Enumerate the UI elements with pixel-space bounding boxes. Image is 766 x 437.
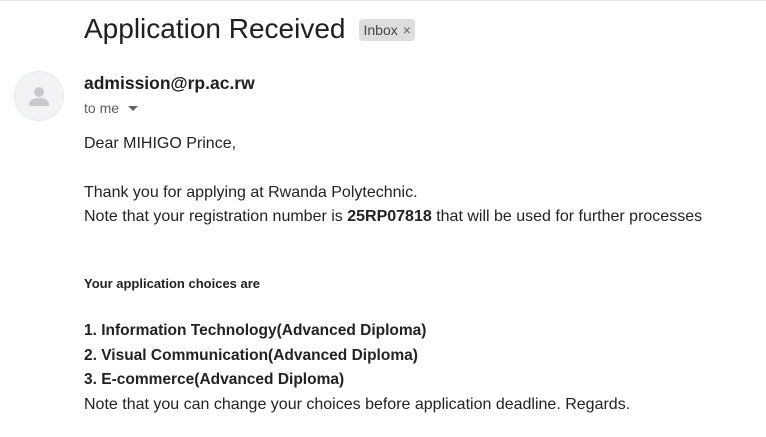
close-icon[interactable]: × [403,21,411,39]
email-subject: Application Received [84,13,346,44]
inbox-label-chip[interactable]: Inbox × [358,19,415,41]
recipient-details-toggle[interactable]: to me [84,99,139,117]
closing-line: Note that you can change your choices be… [84,396,631,413]
sender-avatar[interactable] [14,71,64,121]
thanks-line: Thank you for applying at Rwanda Polytec… [84,184,418,201]
top-divider [0,0,766,1]
subject-row: Application Received Inbox × [84,10,415,48]
choice-item: 3. E-commerce(Advanced Diploma) [84,371,345,388]
registration-line: Note that your registration number is 25… [84,207,702,227]
registration-prefix: Note that your registration number is [84,208,348,225]
recipient-label: to me [84,100,120,116]
registration-number: 25RP07818 [347,208,432,225]
choice-item: 2. Visual Communication(Advanced Diploma… [84,347,418,364]
inbox-label-text: Inbox [363,22,398,38]
choices-heading: Your application choices are [84,276,261,291]
default-person-avatar-icon [29,87,49,106]
choice-item: 1. Information Technology(Advanced Diplo… [84,322,427,339]
greeting: Dear MIHIGO Prince, [84,135,237,152]
registration-suffix: that will be used for further processes [431,208,703,225]
caret-down-icon[interactable] [128,105,139,111]
sender-address[interactable]: admission@rp.ac.rw [84,72,255,94]
